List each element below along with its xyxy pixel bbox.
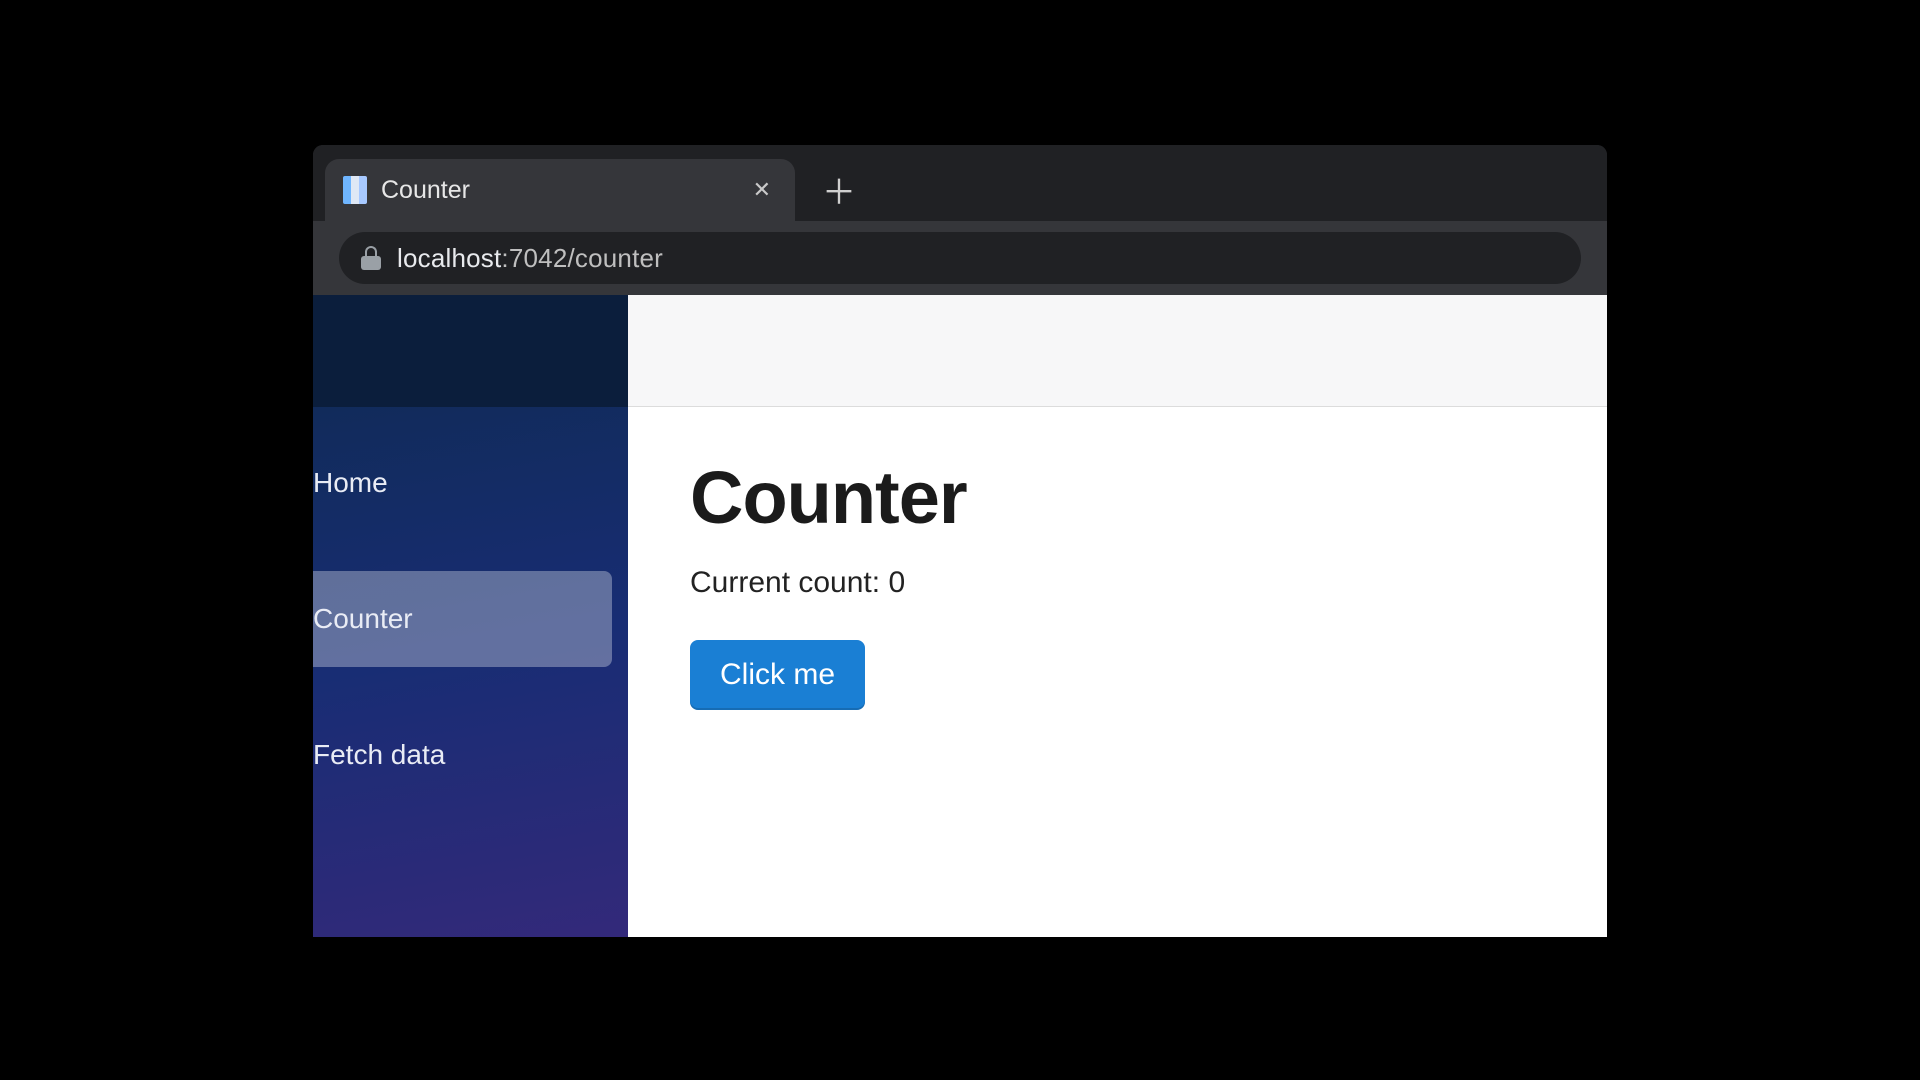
count-text: Current count: 0	[690, 566, 1545, 600]
page-viewport: Home Counter Fetch data Counter Current …	[313, 295, 1607, 937]
browser-window: Counter ✕ ＋ localhost:7042/counter Home …	[313, 145, 1607, 937]
sidebar-item-label: Home	[313, 467, 388, 499]
new-tab-button[interactable]: ＋	[817, 167, 861, 211]
sidebar-item-label: Counter	[313, 603, 413, 635]
sidebar-item-counter[interactable]: Counter	[313, 571, 612, 667]
main-content: Counter Current count: 0 Click me	[628, 295, 1607, 937]
sidebar-item-home[interactable]: Home	[313, 435, 612, 531]
content-topbar	[628, 295, 1607, 407]
content-body: Counter Current count: 0 Click me	[628, 407, 1607, 758]
browser-toolbar: localhost:7042/counter	[313, 221, 1607, 295]
page-title: Counter	[690, 455, 1545, 540]
tab-strip: Counter ✕ ＋	[313, 145, 1607, 221]
url-host: localhost	[397, 243, 501, 273]
url-path: :7042/counter	[501, 243, 663, 273]
sidebar-item-fetch-data[interactable]: Fetch data	[313, 707, 612, 803]
count-value: 0	[888, 566, 905, 599]
increment-button[interactable]: Click me	[690, 640, 865, 710]
url-text: localhost:7042/counter	[397, 243, 663, 274]
count-label: Current count:	[690, 566, 888, 599]
sidebar: Home Counter Fetch data	[313, 295, 628, 937]
favicon-icon	[343, 176, 367, 204]
sidebar-nav: Home Counter Fetch data	[313, 407, 628, 803]
sidebar-item-label: Fetch data	[313, 739, 445, 771]
address-bar[interactable]: localhost:7042/counter	[339, 232, 1581, 284]
close-tab-button[interactable]: ✕	[747, 173, 777, 207]
browser-tab[interactable]: Counter ✕	[325, 159, 795, 221]
sidebar-brand	[313, 295, 628, 407]
lock-icon	[361, 246, 381, 270]
tab-title: Counter	[381, 176, 733, 205]
